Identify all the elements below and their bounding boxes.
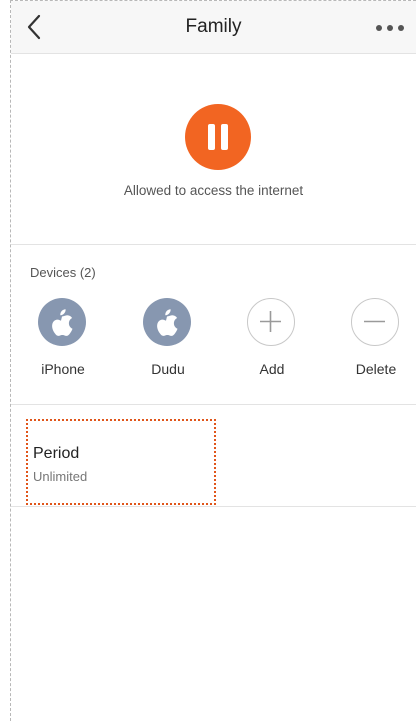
device-iphone[interactable]: iPhone [23,298,103,378]
period-title: Period [33,445,80,462]
apple-icon [52,309,73,336]
minus-icon [364,320,385,323]
device-avatar [38,298,86,346]
status-text: Allowed to access the internet [123,183,304,198]
page-title: Family [185,16,242,37]
family-screen: Family Allowed to access the internet De… [10,0,416,721]
apple-icon [157,309,178,336]
devices-section: Devices (2) iPhone Dudu Add Delete [11,245,416,405]
pause-icon [221,124,228,150]
delete-circle [351,298,399,346]
pause-icon [208,124,215,150]
more-horizontal-icon [376,25,404,31]
device-avatar [143,298,191,346]
internet-status-section: Allowed to access the internet [11,54,416,245]
period-value: Unlimited [33,469,88,484]
delete-device-button[interactable]: Delete [336,298,416,378]
device-label: Dudu [151,361,185,377]
device-label: iPhone [41,361,85,377]
more-button[interactable] [372,18,408,38]
plus-icon [260,311,281,332]
pause-button[interactable] [185,104,251,170]
add-circle [247,298,295,346]
period-section: Period Unlimited [11,405,416,507]
device-dudu[interactable]: Dudu [128,298,208,378]
nav-header: Family [11,1,416,54]
add-label: Add [259,361,285,377]
add-device-button[interactable]: Add [232,298,312,378]
devices-header: Devices (2) [30,265,96,280]
delete-label: Delete [355,361,397,377]
period-item[interactable]: Period Unlimited [26,419,216,505]
